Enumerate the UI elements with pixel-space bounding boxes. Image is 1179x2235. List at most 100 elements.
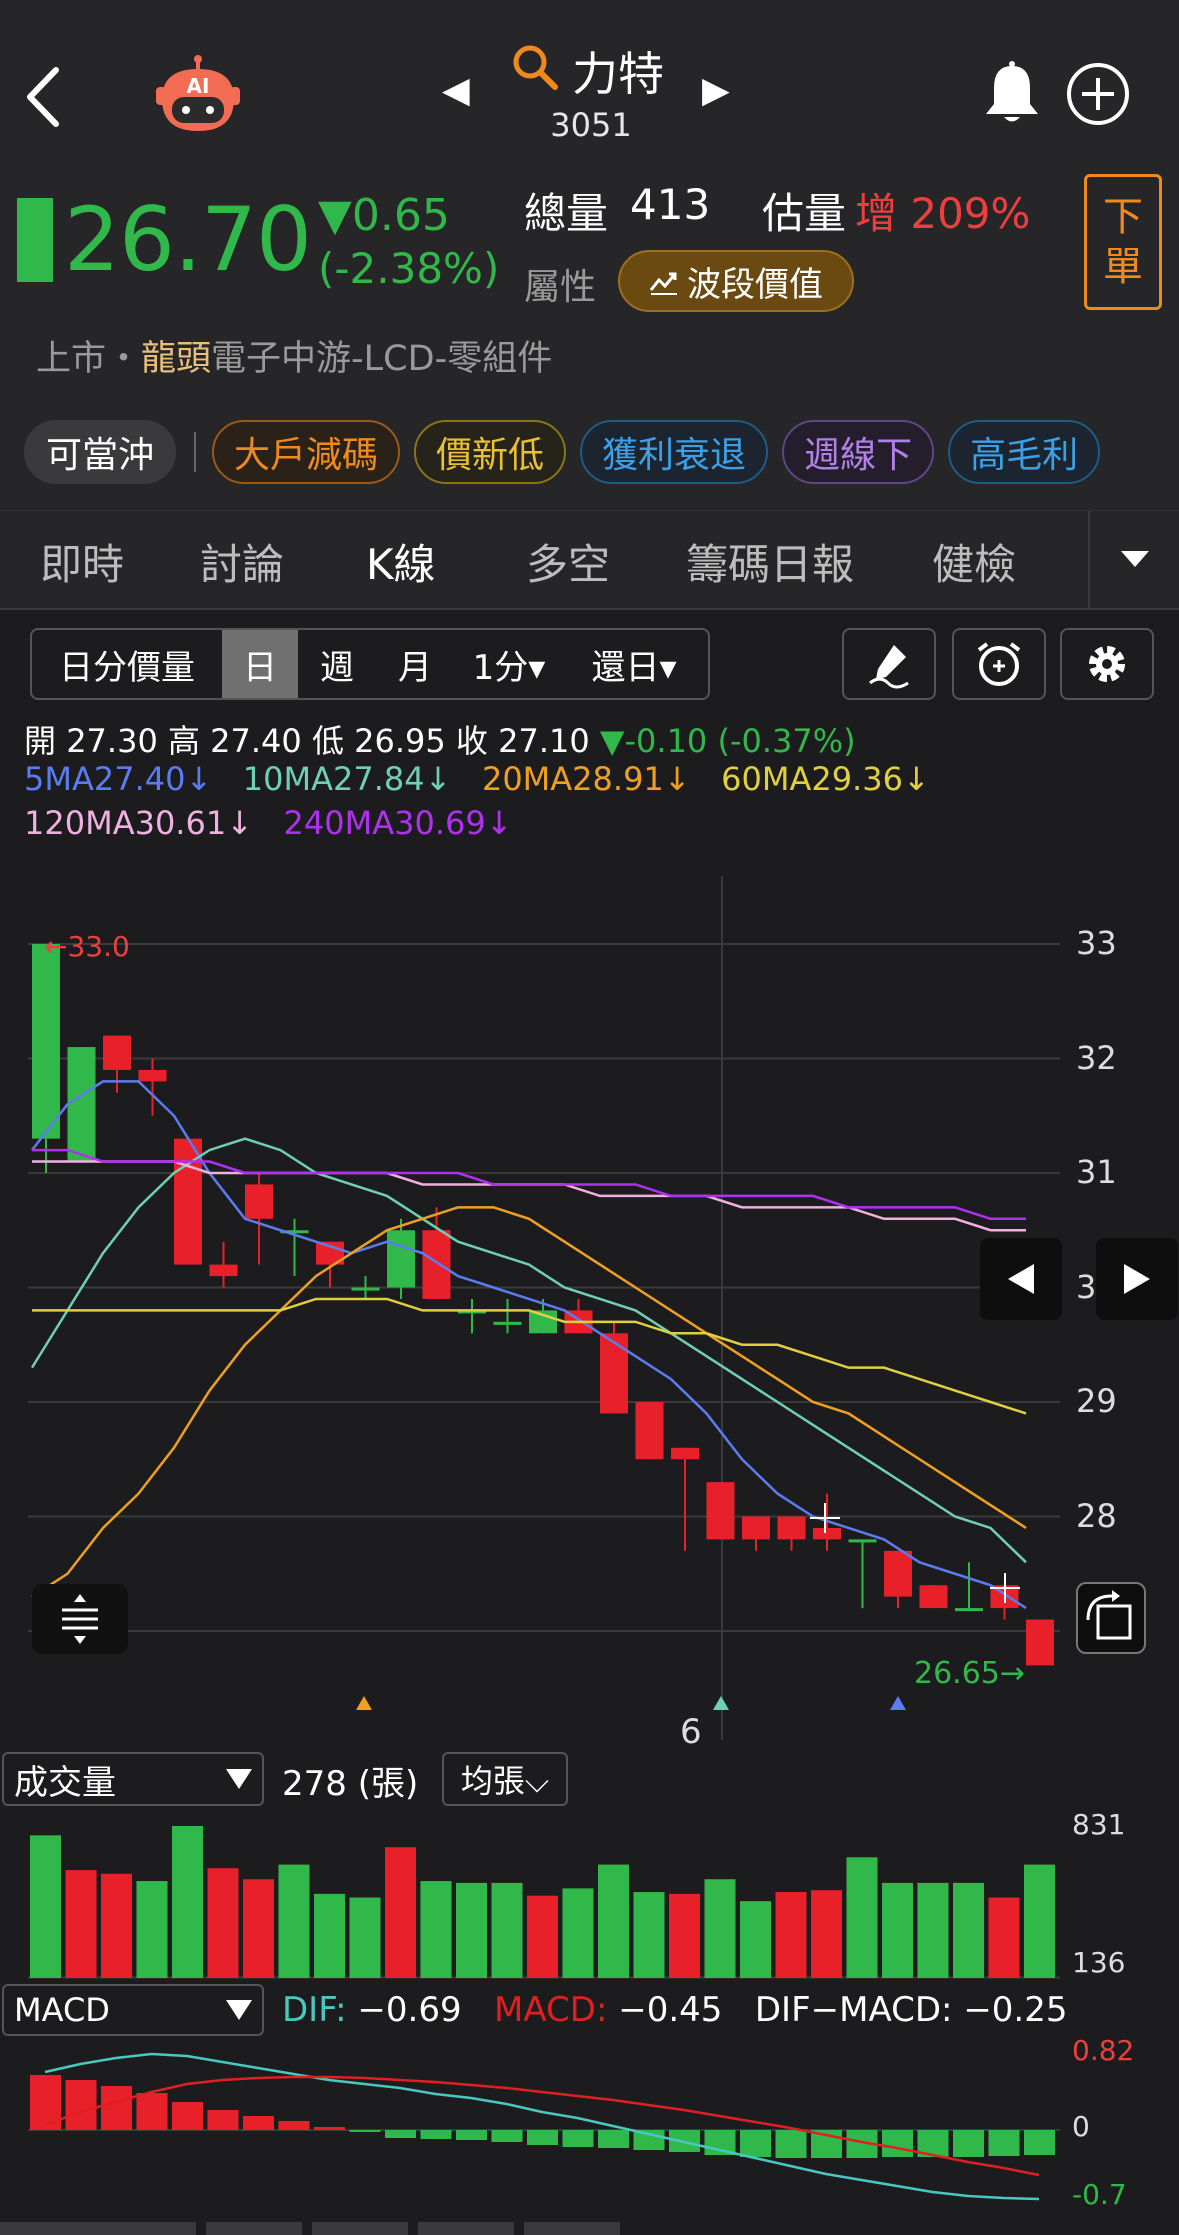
volume-select-label: 成交量 [14, 1762, 116, 1803]
tabs-more-dropdown[interactable] [1088, 511, 1179, 609]
volume-bar [491, 1882, 523, 1978]
stock-name[interactable]: 力特 [572, 38, 664, 104]
search-icon[interactable] [510, 42, 560, 92]
macd-histogram-bar [420, 2130, 452, 2139]
macd-histogram-bar [349, 2130, 381, 2132]
period-intraday-volume[interactable]: 日分價量 [32, 630, 222, 698]
candle-body [103, 1035, 131, 1070]
tag-chip[interactable]: 可當沖 [24, 420, 177, 484]
macd-indicator-select[interactable]: MACD [2, 1984, 264, 2036]
back-icon[interactable] [22, 62, 66, 132]
macd-histogram-bar [953, 2130, 984, 2157]
band-value-label: 波段價值 [687, 264, 823, 305]
tab-chip-daily[interactable]: 籌碼日報 [686, 531, 854, 592]
chart-scroll-left-button[interactable] [980, 1238, 1062, 1320]
tag-chip[interactable]: 高毛利 [948, 420, 1101, 484]
candle-body [742, 1516, 770, 1540]
order-button[interactable]: 下 單 [1084, 174, 1162, 310]
macd-tick-zero: 0 [1072, 2110, 1090, 2143]
macd-tick-high: 0.82 [1072, 2034, 1135, 2067]
ma240-label: 240MA30.69↓ [283, 804, 513, 842]
period-week[interactable]: 週 [298, 630, 376, 698]
candle-body [706, 1482, 735, 1540]
tab-discussion[interactable]: 討論 [200, 531, 284, 592]
volume-bar [633, 1892, 665, 1978]
triangle-right-icon [1124, 1264, 1150, 1294]
macd-values: DIF: −0.69 MACD: −0.45 DIF−MACD: −0.25 [282, 1990, 1068, 2030]
candle-body [351, 1287, 380, 1291]
macd-histogram-bar [314, 2127, 345, 2130]
macd-histogram-bar [136, 2093, 168, 2130]
tab-health-check[interactable]: 健檢 [932, 531, 1016, 592]
volume-chart [28, 1826, 1060, 1979]
alert-clock-button[interactable] [952, 628, 1046, 700]
chart-scroll-right-button[interactable] [1096, 1238, 1178, 1320]
ma60-label: 60MA29.36↓ [721, 760, 930, 798]
volume-bar [775, 1892, 807, 1978]
volume-bar [882, 1882, 913, 1978]
volume-bar [172, 1826, 203, 1978]
tag-chip[interactable]: 價新低 [414, 420, 567, 484]
tab-kline[interactable]: K線 [366, 531, 436, 592]
prev-stock-arrow[interactable]: ◀ [442, 70, 470, 111]
low-price-marker: 26.65→ [914, 1656, 1026, 1691]
period-month[interactable]: 月 [376, 630, 454, 698]
signal-marker [713, 1696, 729, 1710]
dif-macd-label: DIF−MACD: [754, 1990, 953, 2030]
macd-histogram-bar [207, 2110, 239, 2130]
bell-icon[interactable] [980, 60, 1044, 126]
current-volume: 278 (張) [282, 1764, 419, 1804]
settings-button[interactable] [1060, 628, 1154, 700]
tag-chip[interactable]: 獲利衰退 [580, 420, 769, 484]
dropdown-triangle-icon [226, 1769, 252, 1789]
candle-body [600, 1333, 628, 1414]
svg-text:AI: AI [187, 74, 210, 98]
candle-body [138, 1069, 167, 1082]
tab-realtime[interactable]: 即時 [40, 531, 124, 592]
panel-resize-button[interactable] [32, 1584, 128, 1654]
volume-indicator-select[interactable]: 成交量 [2, 1752, 264, 1806]
volume-bar [136, 1881, 168, 1978]
bottom-strip-segment[interactable] [418, 2222, 514, 2235]
alarm-clock-icon [977, 642, 1021, 686]
separator-dot: ・ [106, 339, 142, 379]
signal-marker [890, 1696, 906, 1710]
close-value: 27.10 [498, 722, 590, 760]
candle-body [635, 1402, 664, 1460]
draw-tool-button[interactable] [842, 628, 936, 700]
volume-bar [846, 1857, 878, 1978]
bottom-strip-segment[interactable] [524, 2222, 620, 2235]
tag-chip[interactable]: 週線下 [782, 420, 935, 484]
candle-body [67, 1047, 96, 1162]
dif-macd-value: −0.25 [963, 1990, 1068, 2030]
period-day[interactable]: 日 [222, 630, 298, 698]
ma20-label: 20MA28.91↓ [481, 760, 691, 798]
candle-body [387, 1230, 415, 1288]
band-value-button[interactable]: 波段價值 [618, 250, 854, 312]
price-tick-label: 29 [1076, 1382, 1117, 1420]
ma120-label: 120MA30.61↓ [24, 804, 253, 842]
rotate-landscape-button[interactable] [1076, 1582, 1146, 1654]
bottom-strip-segment[interactable] [206, 2222, 302, 2235]
volume-tick-high: 831 [1072, 1808, 1126, 1841]
tab-long-short[interactable]: 多空 [526, 531, 610, 592]
tag-chip[interactable]: 大戶減碼 [212, 420, 401, 484]
stock-code: 3051 [550, 106, 632, 144]
add-watchlist-icon[interactable] [1066, 62, 1130, 126]
average-lot-dropdown[interactable]: 均張⌵ [442, 1752, 568, 1806]
bottom-strip-segment[interactable] [312, 2222, 408, 2235]
bottom-strip-segment[interactable] [0, 2222, 196, 2235]
period-minute-dropdown[interactable]: 1分▾ [454, 630, 564, 698]
pen-icon [869, 645, 909, 689]
macd-histogram-bar [243, 2116, 274, 2130]
volume-bar [278, 1864, 310, 1978]
rotate-icon [1086, 1590, 1132, 1640]
candle-body [813, 1527, 841, 1540]
next-stock-arrow[interactable]: ▶ [702, 70, 730, 111]
period-adjust-dropdown[interactable]: 還日▾ [564, 630, 704, 698]
price-change-percent: (-2.38%) [318, 244, 500, 293]
ai-assistant-icon[interactable]: AI [148, 55, 248, 135]
volume-bar [349, 1897, 381, 1978]
candle-body [493, 1321, 522, 1325]
volume-bar [740, 1901, 771, 1978]
